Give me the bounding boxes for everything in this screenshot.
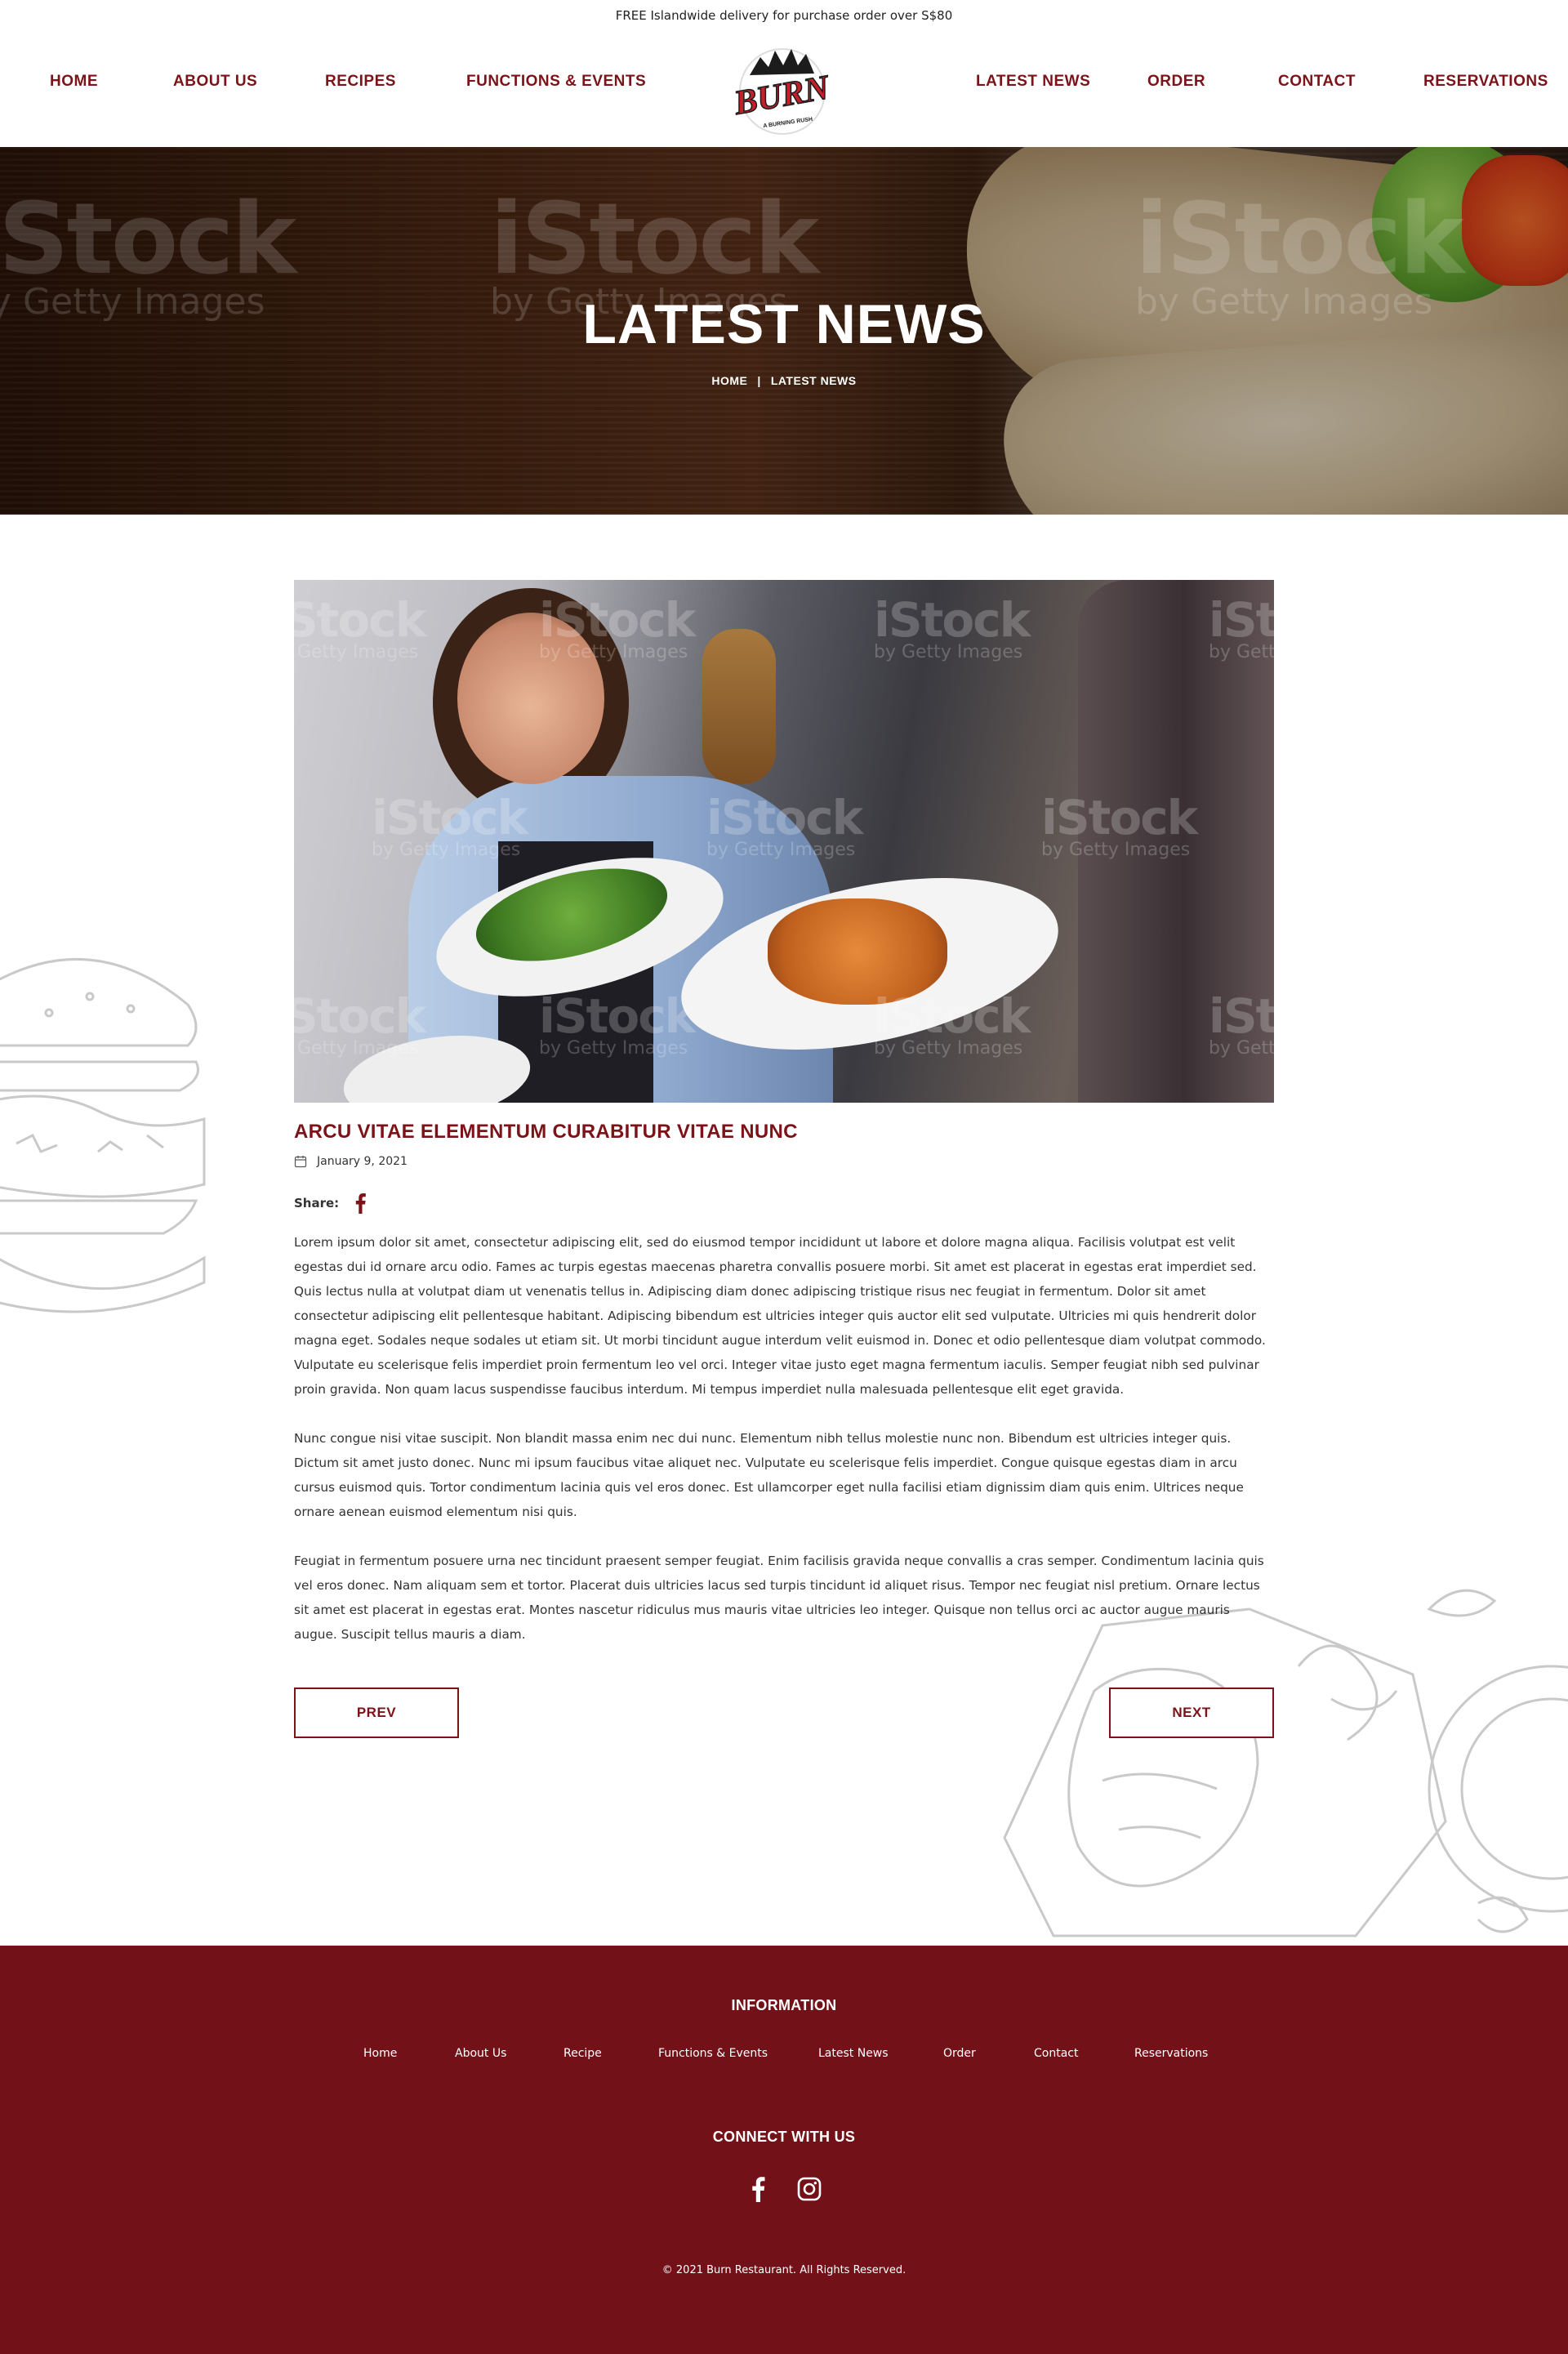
site-header: HOME ABOUT US RECIPES FUNCTIONS & EVENTS… xyxy=(0,31,1568,147)
istock-watermark: iStockby Getty Images xyxy=(706,790,863,860)
social-links xyxy=(0,2176,1568,2202)
next-button[interactable]: NEXT xyxy=(1109,1687,1274,1738)
announcement-text: FREE Islandwide delivery for purchase or… xyxy=(615,8,953,23)
footer-link-recipe[interactable]: Recipe xyxy=(564,2047,602,2060)
site-footer: INFORMATION Home About Us Recipe Functio… xyxy=(0,1946,1568,2354)
footer-information-heading: INFORMATION xyxy=(731,1997,837,2013)
article-paragraph: Feugiat in fermentum posuere urna nec ti… xyxy=(294,1554,1264,1642)
footer-link-contact[interactable]: Contact xyxy=(1034,2047,1078,2060)
breadcrumb: HOME | LATEST NEWS xyxy=(0,374,1568,387)
nav-reservations[interactable]: RESERVATIONS xyxy=(1423,73,1548,91)
footer-link-about-us[interactable]: About Us xyxy=(455,2047,506,2060)
istock-watermark: iStockby Getty Images xyxy=(539,988,696,1059)
kebab-spit-image xyxy=(702,629,776,784)
article-paragraph: Lorem ipsum dolor sit amet, consectetur … xyxy=(294,1235,1266,1397)
article-date: January 9, 2021 xyxy=(294,1153,408,1170)
page-title: LATEST NEWS xyxy=(582,293,986,355)
istock-watermark: iStockby Getty Images xyxy=(1209,592,1274,662)
prev-button[interactable]: PREV xyxy=(294,1687,459,1738)
istock-watermark: iStockby Getty Images xyxy=(874,988,1031,1059)
article-paragraph: Nunc congue nisi vitae suscipit. Non bla… xyxy=(294,1431,1244,1519)
istock-watermark: iStockby Getty Images xyxy=(874,592,1031,662)
instagram-icon[interactable] xyxy=(797,2176,822,2202)
nav-about-us[interactable]: ABOUT US xyxy=(173,73,257,91)
hero-banner: iStock by Getty Images iStock by Getty I… xyxy=(0,147,1568,515)
nav-home[interactable]: HOME xyxy=(50,73,98,91)
istock-watermark: iStockby Getty Images xyxy=(539,592,696,662)
istock-watermark: iStockby Getty Images xyxy=(1209,988,1274,1059)
istock-watermark: iStockby Getty Images xyxy=(294,592,426,662)
footer-connect-heading: CONNECT WITH US xyxy=(712,2129,856,2145)
footer-link-order[interactable]: Order xyxy=(943,2047,976,2060)
footer-links: Home About Us Recipe Functions & Events … xyxy=(0,2047,1568,2065)
share-label: Share: xyxy=(294,1196,340,1210)
article-date-text: January 9, 2021 xyxy=(317,1155,408,1168)
footer-link-home[interactable]: Home xyxy=(363,2047,397,2060)
facebook-share-icon[interactable] xyxy=(354,1193,367,1214)
copyright-text: © 2021 Burn Restaurant. All Rights Reser… xyxy=(662,2264,906,2276)
istock-watermark: iStockby Getty Images xyxy=(372,790,528,860)
nav-order[interactable]: ORDER xyxy=(1147,73,1205,91)
footer-link-latest-news[interactable]: Latest News xyxy=(818,2047,889,2060)
nav-recipes[interactable]: RECIPES xyxy=(325,73,396,91)
article-title: ARCU VITAE ELEMENTUM CURABITUR VITAE NUN… xyxy=(294,1121,798,1143)
article-featured-image: iStockby Getty Images iStockby Getty Ima… xyxy=(294,580,1274,1103)
footer-link-reservations[interactable]: Reservations xyxy=(1134,2047,1208,2060)
nav-contact[interactable]: CONTACT xyxy=(1278,73,1356,91)
nav-latest-news[interactable]: LATEST NEWS xyxy=(976,73,1090,91)
breadcrumb-separator: | xyxy=(757,374,761,387)
calendar-icon xyxy=(294,1156,307,1168)
breadcrumb-home[interactable]: HOME xyxy=(711,374,747,387)
istock-watermark: iStockby Getty Images xyxy=(294,988,426,1059)
facebook-icon[interactable] xyxy=(746,2176,771,2202)
nav-functions-events[interactable]: FUNCTIONS & EVENTS xyxy=(466,73,646,91)
delivery-announcement: FREE Islandwide delivery for purchase or… xyxy=(0,0,1568,31)
breadcrumb-current: LATEST NEWS xyxy=(770,374,857,387)
burn-logo[interactable]: BURN A BURNING RUSH xyxy=(729,42,835,137)
burger-sketch-decoration xyxy=(0,957,206,1313)
share-bar: Share: xyxy=(294,1193,367,1214)
istock-watermark: iStockby Getty Images xyxy=(1041,790,1198,860)
footer-link-functions-events[interactable]: Functions & Events xyxy=(658,2047,768,2060)
